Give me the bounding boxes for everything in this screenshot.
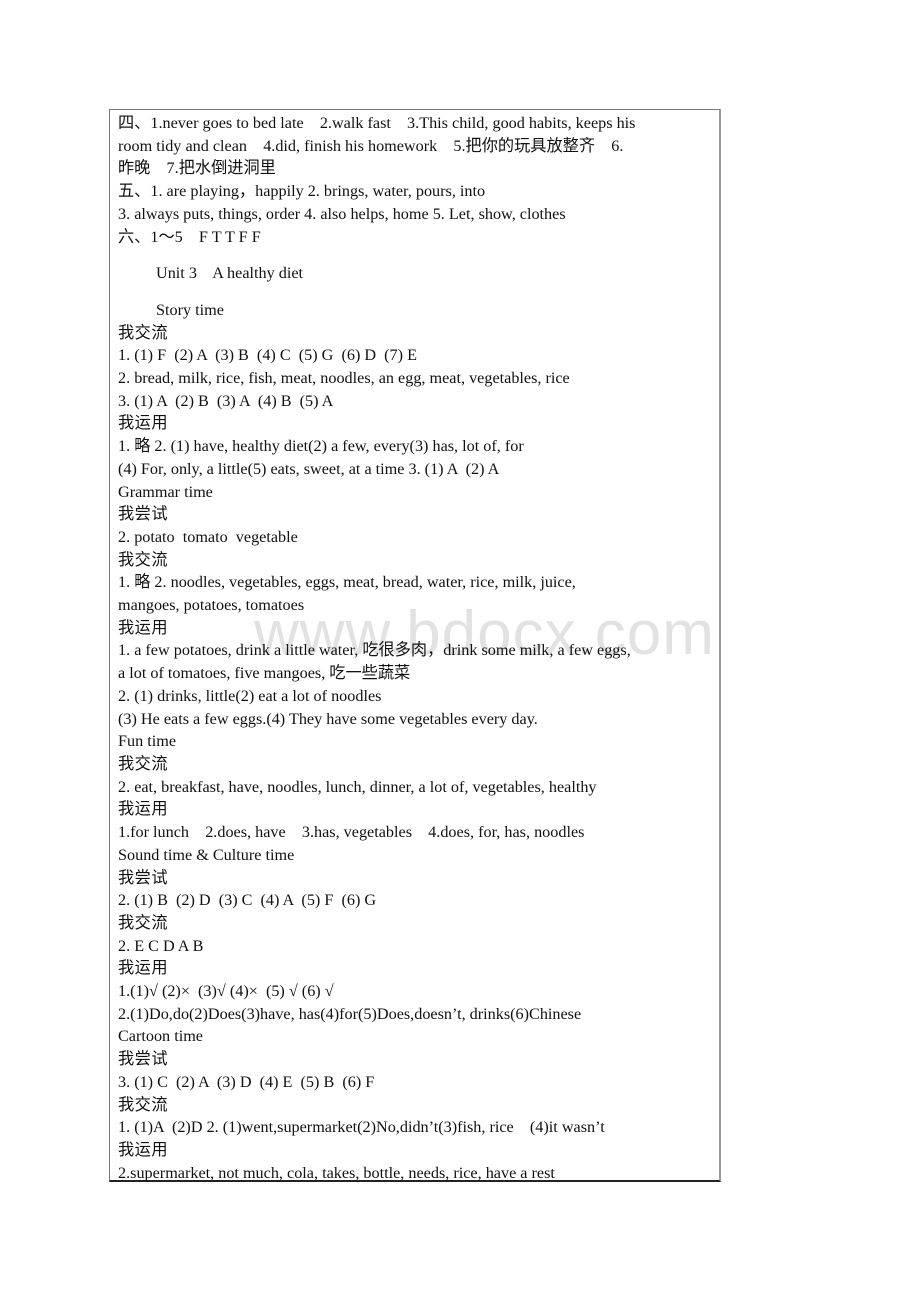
answer-line: 2. (1) drinks, little(2) eat a lot of no… <box>118 686 382 705</box>
subheading-try: 我尝试 <box>118 505 169 524</box>
section-heading-cartoon-time: Cartoon time <box>118 1027 203 1046</box>
answer-line: (4) For, only, a little(5) eats, sweet, … <box>118 459 500 478</box>
answer-line: 3. (1) C (2) A (3) D (4) E (5) B (6) F <box>118 1072 375 1091</box>
answer-line: 1.(1)√ (2)× (3)√ (4)× (5) √ (6) √ <box>118 982 334 1001</box>
subheading-apply: 我运用 <box>118 414 169 433</box>
answer-line: 2. potato tomato vegetable <box>118 527 298 546</box>
answer-line: 2. E C D A B <box>118 936 204 955</box>
answer-line: 2.supermarket, not much, cola, takes, bo… <box>118 1163 555 1182</box>
section-5-answers-line2: 3. always puts, things, order 4. also he… <box>118 204 566 223</box>
answer-line: 1. 略 2. (1) have, healthy diet(2) a few,… <box>118 437 524 456</box>
answer-line: 1. (1) F (2) A (3) B (4) C (5) G (6) D (… <box>118 346 417 365</box>
answer-line: 2.(1)Do,do(2)Does(3)have, has(4)for(5)Do… <box>118 1004 582 1023</box>
subheading-apply: 我运用 <box>118 1140 169 1159</box>
answer-line: 3. (1) A (2) B (3) A (4) B (5) A <box>118 391 334 410</box>
answer-line: 1. (1)A (2)D 2. (1)went,supermarket(2)No… <box>118 1118 605 1137</box>
section-heading-grammar-time: Grammar time <box>118 482 213 501</box>
answer-line: 1. a few potatoes, drink a little water,… <box>118 641 631 660</box>
section-heading-story-time: Story time <box>156 300 224 319</box>
section-5-answers-line1: 五、1. are playing，happily 2. brings, wate… <box>118 182 486 201</box>
answer-line: 2. eat, breakfast, have, noodles, lunch,… <box>118 777 597 796</box>
subheading-communicate: 我交流 <box>118 550 169 569</box>
subheading-try: 我尝试 <box>118 1050 169 1069</box>
subheading-apply: 我运用 <box>118 800 169 819</box>
section-4-answers-line3: 昨晚 7.把水倒进洞里 <box>118 159 276 178</box>
answer-line: a lot of tomatoes, five mangoes, 吃一些蔬菜 <box>118 664 411 683</box>
answer-line: 2. bread, milk, rice, fish, meat, noodle… <box>118 369 570 388</box>
answer-line: 1. 略 2. noodles, vegetables, eggs, meat,… <box>118 573 576 592</box>
section-4-answers-line1: 四、1.never goes to bed late 2.walk fast 3… <box>118 114 636 132</box>
unit-title: Unit 3 A healthy diet <box>156 264 304 283</box>
subheading-communicate: 我交流 <box>118 323 169 342</box>
answer-key-content: 四、1.never goes to bed late 2.walk fast 3… <box>118 112 716 1184</box>
answer-line: mangoes, potatoes, tomatoes <box>118 596 305 615</box>
subheading-communicate: 我交流 <box>118 1095 169 1114</box>
section-6-answers: 六、1～5 F T T F F <box>118 227 261 246</box>
answer-line: 2. (1) B (2) D (3) C (4) A (5) F (6) G <box>118 891 377 910</box>
section-heading-fun-time: Fun time <box>118 732 177 751</box>
subheading-apply: 我运用 <box>118 959 169 978</box>
subheading-apply: 我运用 <box>118 618 169 637</box>
answer-line: 1.for lunch 2.does, have 3.has, vegetabl… <box>118 823 585 842</box>
section-heading-sound-culture-time: Sound time & Culture time <box>118 845 295 864</box>
subheading-try: 我尝试 <box>118 868 169 887</box>
subheading-communicate: 我交流 <box>118 913 169 932</box>
subheading-communicate: 我交流 <box>118 754 169 773</box>
section-4-answers-line2: room tidy and clean 4.did, finish his ho… <box>118 136 624 155</box>
answer-line: (3) He eats a few eggs.(4) They have som… <box>118 709 538 728</box>
